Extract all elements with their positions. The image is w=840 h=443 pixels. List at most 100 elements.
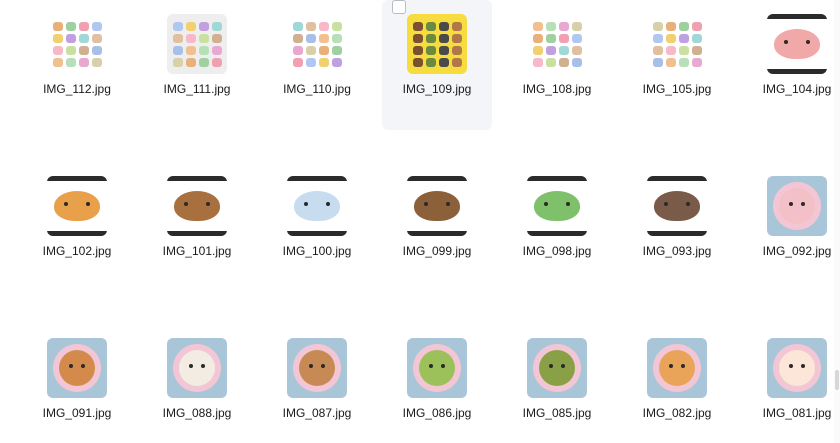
- select-checkbox[interactable]: [392, 0, 406, 14]
- sticker-icon: [652, 45, 663, 55]
- file-tile[interactable]: IMG_100.jpg: [262, 162, 372, 292]
- sticker-icon: [652, 57, 663, 67]
- file-tile[interactable]: IMG_112.jpg: [22, 0, 132, 130]
- image-thumbnail[interactable]: [647, 176, 707, 236]
- monkey-illustration-icon: [174, 191, 220, 221]
- sticker-sheet: [412, 21, 462, 67]
- image-thumbnail[interactable]: [407, 176, 467, 236]
- file-tile[interactable]: IMG_111.jpg: [142, 0, 252, 130]
- sticker-icon: [451, 57, 462, 67]
- image-thumbnail[interactable]: [407, 338, 467, 398]
- file-tile[interactable]: IMG_091.jpg: [22, 324, 132, 443]
- file-tile[interactable]: IMG_082.jpg: [622, 324, 732, 443]
- file-tile[interactable]: IMG_110.jpg: [262, 0, 372, 130]
- sticker-icon: [691, 21, 702, 31]
- image-thumbnail[interactable]: [527, 14, 587, 74]
- sticker-icon: [678, 21, 689, 31]
- file-tile[interactable]: IMG_099.jpg: [382, 162, 492, 292]
- sticker-icon: [558, 45, 569, 55]
- file-tile[interactable]: IMG_104.jpg: [742, 0, 840, 130]
- sticker-icon: [691, 45, 702, 55]
- sheep-illustration-icon: [294, 191, 340, 221]
- file-tile[interactable]: IMG_101.jpg: [142, 162, 252, 292]
- image-thumbnail[interactable]: [647, 338, 707, 398]
- sticker-icon: [91, 57, 102, 67]
- rooster-illustration-icon: [54, 191, 100, 221]
- image-thumbnail[interactable]: [767, 338, 827, 398]
- file-tile[interactable]: IMG_088.jpg: [142, 324, 252, 443]
- sticker-icon: [438, 21, 449, 31]
- sticker-icon: [571, 33, 582, 43]
- sticker-icon: [532, 33, 543, 43]
- image-thumbnail[interactable]: [167, 14, 227, 74]
- sticker-icon: [65, 33, 76, 43]
- rat-illustration-icon: [654, 191, 700, 221]
- sticker-icon: [211, 45, 222, 55]
- sticker-icon: [52, 21, 63, 31]
- image-thumbnail[interactable]: [767, 14, 827, 74]
- sticker-icon: [558, 21, 569, 31]
- avatar-ring: [773, 344, 821, 392]
- file-name-label: IMG_110.jpg: [283, 82, 351, 96]
- file-tile[interactable]: IMG_092.jpg: [742, 162, 840, 292]
- image-thumbnail[interactable]: [287, 14, 347, 74]
- sticker-icon: [665, 33, 676, 43]
- file-tile[interactable]: IMG_105.jpg: [622, 0, 732, 130]
- image-thumbnail[interactable]: [167, 176, 227, 236]
- image-thumbnail[interactable]: [407, 14, 467, 74]
- avatar-ring: [653, 344, 701, 392]
- dog-face-icon: [59, 350, 95, 386]
- vertical-scrollbar[interactable]: [834, 0, 840, 443]
- sticker-icon: [331, 21, 342, 31]
- image-thumbnail[interactable]: [767, 176, 827, 236]
- sticker-icon: [65, 45, 76, 55]
- sticker-icon: [532, 45, 543, 55]
- file-tile[interactable]: IMG_087.jpg: [262, 324, 372, 443]
- image-thumbnail[interactable]: [47, 176, 107, 236]
- sticker-icon: [545, 21, 556, 31]
- file-name-label: IMG_109.jpg: [402, 82, 472, 96]
- file-tile[interactable]: IMG_081.jpg: [742, 324, 840, 443]
- sticker-icon: [678, 33, 689, 43]
- dragon-face-icon: [539, 350, 575, 386]
- image-thumbnail[interactable]: [287, 176, 347, 236]
- image-thumbnail[interactable]: [47, 14, 107, 74]
- sticker-icon: [412, 45, 423, 55]
- image-thumbnail[interactable]: [167, 338, 227, 398]
- file-tile[interactable]: IMG_108.jpg: [502, 0, 612, 130]
- file-name-label: IMG_082.jpg: [642, 406, 712, 420]
- image-thumbnail[interactable]: [527, 338, 587, 398]
- file-name-label: IMG_104.jpg: [762, 82, 832, 96]
- sticker-icon: [78, 21, 89, 31]
- file-tile[interactable]: IMG_086.jpg: [382, 324, 492, 443]
- file-tile[interactable]: IMG_098.jpg: [502, 162, 612, 292]
- sticker-icon: [292, 57, 303, 67]
- file-gallery: IMG_112.jpg IMG_111.jpg IMG_110.jpg IMG_109…: [0, 0, 840, 443]
- file-tile[interactable]: IMG_102.jpg: [22, 162, 132, 292]
- sticker-icon: [451, 33, 462, 43]
- image-thumbnail[interactable]: [647, 14, 707, 74]
- sticker-icon: [318, 57, 329, 67]
- avatar-ring: [533, 344, 581, 392]
- sticker-icon: [211, 33, 222, 43]
- sticker-icon: [185, 33, 196, 43]
- sticker-icon: [52, 57, 63, 67]
- image-thumbnail[interactable]: [287, 338, 347, 398]
- sticker-icon: [438, 33, 449, 43]
- file-tile[interactable]: IMG_093.jpg: [622, 162, 732, 292]
- sticker-icon: [425, 21, 436, 31]
- image-thumbnail[interactable]: [527, 176, 587, 236]
- file-name-label: IMG_100.jpg: [282, 244, 352, 258]
- image-thumbnail[interactable]: [47, 338, 107, 398]
- file-tile[interactable]: IMG_109.jpg: [382, 0, 492, 130]
- file-name-label: IMG_112.jpg: [43, 82, 111, 96]
- sticker-icon: [678, 57, 689, 67]
- scrollbar-thumb[interactable]: [835, 370, 839, 390]
- sticker-icon: [292, 45, 303, 55]
- sticker-icon: [78, 33, 89, 43]
- sticker-icon: [198, 57, 209, 67]
- file-name-label: IMG_099.jpg: [402, 244, 472, 258]
- file-name-label: IMG_091.jpg: [42, 406, 112, 420]
- file-tile[interactable]: IMG_085.jpg: [502, 324, 612, 443]
- sticker-icon: [52, 45, 63, 55]
